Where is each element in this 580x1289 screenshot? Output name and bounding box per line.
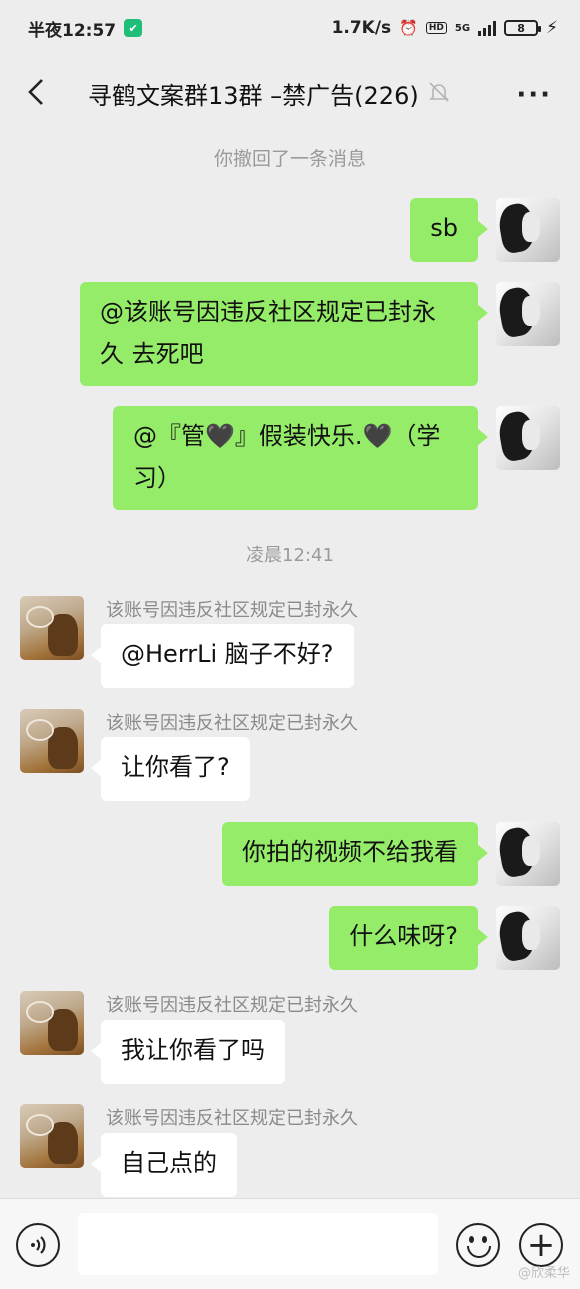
my-message-bubble[interactable]: sb — [410, 198, 488, 262]
chat-title[interactable]: 寻鹤文案群13群 –禁广告(226) — [88, 76, 419, 111]
battery-icon: 8 — [504, 20, 542, 36]
emoji-button[interactable] — [456, 1223, 500, 1267]
mute-bell-icon — [427, 80, 451, 108]
voice-wave-icon — [31, 1236, 46, 1254]
alarm-clock-icon: ⏰ — [399, 19, 418, 37]
sender-name: 该账号因违反社区规定已封永久 — [106, 1108, 358, 1129]
status-time: 半夜12:57 — [28, 20, 117, 41]
my-avatar[interactable] — [496, 282, 560, 346]
sender-avatar[interactable] — [20, 596, 84, 660]
plus-button[interactable]: + — [519, 1223, 563, 1267]
network-type: 5G — [454, 22, 471, 34]
my-avatar[interactable] — [496, 406, 560, 470]
incoming-message-bubble[interactable]: 让你看了? — [91, 737, 250, 801]
my-avatar[interactable] — [496, 822, 560, 886]
chat-header: 寻鹤文案群13群 –禁广告(226) ··· — [0, 56, 580, 128]
security-shield-icon: ✔ — [124, 19, 143, 37]
sender-name: 该账号因违反社区规定已封永久 — [106, 995, 358, 1016]
my-message-bubble[interactable]: 什么味呀? — [329, 906, 488, 970]
battery-level: 8 — [517, 21, 525, 35]
sender-avatar[interactable] — [20, 1104, 84, 1168]
input-bar: + @欣柔华 — [0, 1198, 580, 1289]
charging-icon: ⚡ — [546, 18, 558, 38]
sender-avatar[interactable] — [20, 709, 84, 773]
my-message-bubble[interactable]: 你拍的视频不给我看 — [222, 822, 488, 886]
my-message-bubble[interactable]: @该账号因违反社区规定已封永久 去死吧 — [80, 282, 488, 386]
incoming-message-bubble[interactable]: @HerrLi 脑子不好? — [91, 624, 354, 688]
my-message-bubble[interactable]: @『管🖤』假装快乐.🖤（学习） — [113, 406, 488, 510]
hd-badge: HD — [425, 22, 447, 34]
recalled-notice: 你撤回了一条消息 — [213, 148, 366, 170]
signal-strength-icon — [478, 20, 497, 36]
sender-avatar[interactable] — [20, 991, 84, 1055]
my-avatar[interactable] — [496, 906, 560, 970]
incoming-message-bubble[interactable]: 自己点的 — [91, 1133, 237, 1197]
network-speed: 1.7K/s — [331, 18, 392, 38]
sender-name: 该账号因违反社区规定已封永久 — [106, 600, 358, 621]
watermark: @欣柔华 — [517, 1266, 570, 1281]
chevron-left-icon — [28, 79, 43, 105]
voice-input-button[interactable] — [16, 1223, 60, 1267]
my-avatar[interactable] — [496, 198, 560, 262]
message-input[interactable] — [78, 1213, 438, 1275]
timestamp: 凌晨12:41 — [246, 545, 334, 566]
sender-name: 该账号因违反社区规定已封永久 — [106, 713, 358, 734]
back-button[interactable] — [18, 74, 54, 110]
status-bar: 半夜12:57 ✔ 1.7K/s ⏰ HD 5G 8 ⚡ — [0, 0, 580, 56]
incoming-message-bubble[interactable]: 我让你看了吗 — [91, 1020, 285, 1084]
more-options-button[interactable]: ··· — [516, 80, 552, 110]
